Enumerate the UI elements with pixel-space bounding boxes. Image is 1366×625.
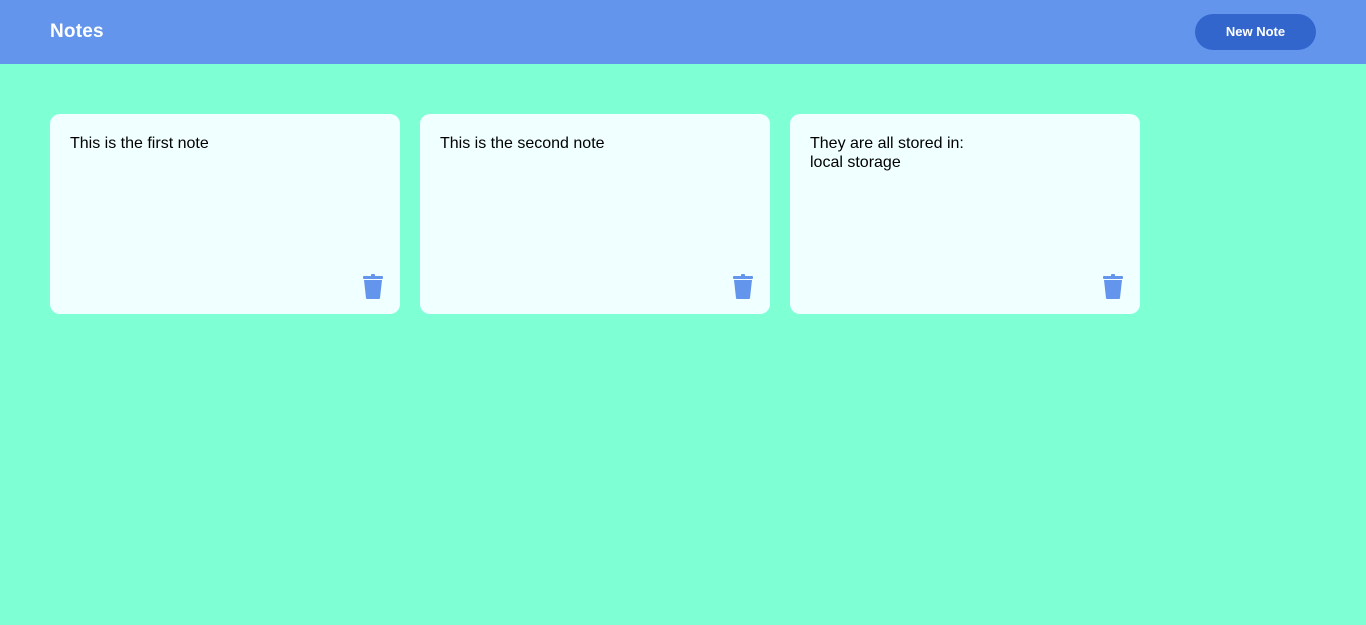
note-text[interactable]: This is the first note xyxy=(70,134,380,153)
note-card[interactable]: This is the first note xyxy=(50,114,400,314)
trash-icon xyxy=(363,274,383,299)
delete-note-button[interactable] xyxy=(362,274,384,300)
app-title: Notes xyxy=(50,21,104,42)
trash-icon xyxy=(733,274,753,299)
note-text[interactable]: They are all stored in: local storage xyxy=(810,134,1120,172)
trash-icon xyxy=(1103,274,1123,299)
note-card[interactable]: They are all stored in: local storage xyxy=(790,114,1140,314)
note-card[interactable]: This is the second note xyxy=(420,114,770,314)
note-text[interactable]: This is the second note xyxy=(440,134,750,153)
app-header: Notes New Note xyxy=(0,0,1366,64)
new-note-button[interactable]: New Note xyxy=(1195,14,1316,50)
notes-list: This is the first note This is the secon… xyxy=(50,114,1140,314)
delete-note-button[interactable] xyxy=(732,274,754,300)
delete-note-button[interactable] xyxy=(1102,274,1124,300)
